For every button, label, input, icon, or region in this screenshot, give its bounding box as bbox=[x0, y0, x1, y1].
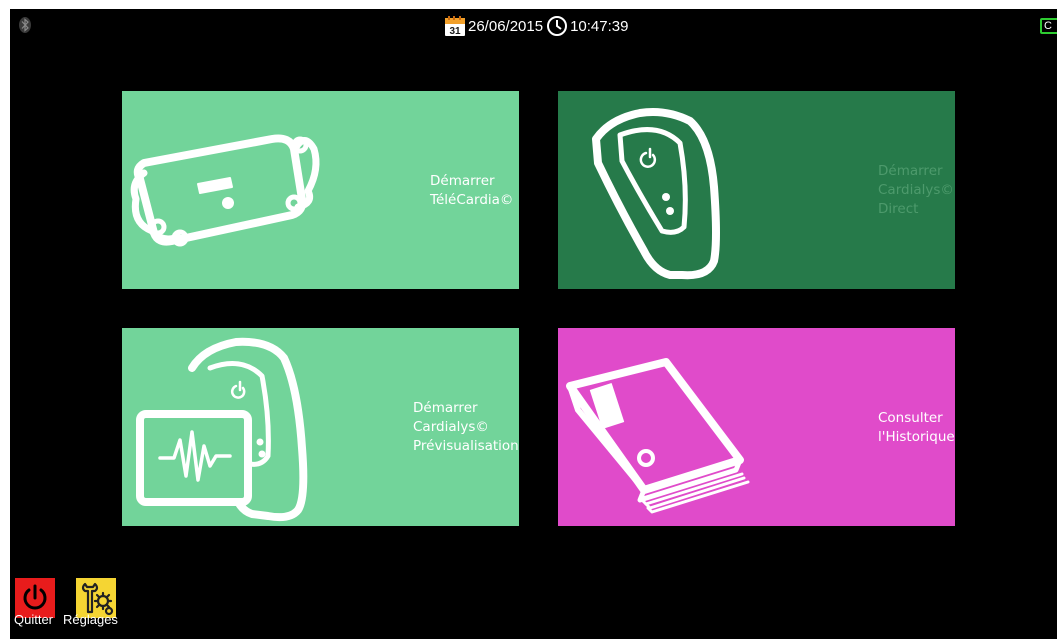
quit-label: Quitter bbox=[14, 612, 54, 627]
battery-label: C bbox=[1044, 20, 1052, 32]
bluetooth-icon bbox=[19, 17, 31, 33]
status-bar: 31 26/06/2015 10:47:39 C bbox=[10, 9, 1057, 43]
time-text: 10:47:39 bbox=[570, 17, 629, 35]
tile-start-cardialys-direct[interactable]: Démarrer Cardialys© Direct bbox=[558, 91, 955, 289]
date-time-display: 31 26/06/2015 10:47:39 bbox=[444, 15, 628, 37]
telecardia-device-icon bbox=[130, 134, 320, 247]
tile-start-cardialys-preview[interactable]: Démarrer Cardialys© Prévisualisation bbox=[122, 328, 519, 526]
cardialys-preview-icon bbox=[136, 337, 308, 522]
app-screen: 31 26/06/2015 10:47:39 C Démarrer TéléCa… bbox=[10, 9, 1057, 639]
tile-label: Consulter l'Historique bbox=[878, 410, 955, 445]
date-text: 26/06/2015 bbox=[468, 17, 544, 35]
tile-label: Démarrer TéléCardia© bbox=[430, 173, 514, 208]
tile-label: Démarrer Cardialys© Prévisualisation bbox=[413, 400, 519, 454]
tile-start-telecardia[interactable]: Démarrer TéléCardia© bbox=[122, 91, 519, 289]
settings-label: Réglages bbox=[63, 612, 118, 627]
tile-consult-history[interactable]: Consulter l'Historique bbox=[558, 328, 955, 526]
history-book-icon bbox=[566, 358, 750, 514]
tile-label: Démarrer Cardialys© Direct bbox=[878, 163, 954, 217]
clock-icon bbox=[547, 16, 568, 36]
battery-indicator: C bbox=[1040, 18, 1057, 34]
calendar-day: 31 bbox=[449, 26, 461, 37]
cardialys-device-icon bbox=[592, 108, 720, 280]
calendar-icon: 31 bbox=[445, 16, 465, 37]
